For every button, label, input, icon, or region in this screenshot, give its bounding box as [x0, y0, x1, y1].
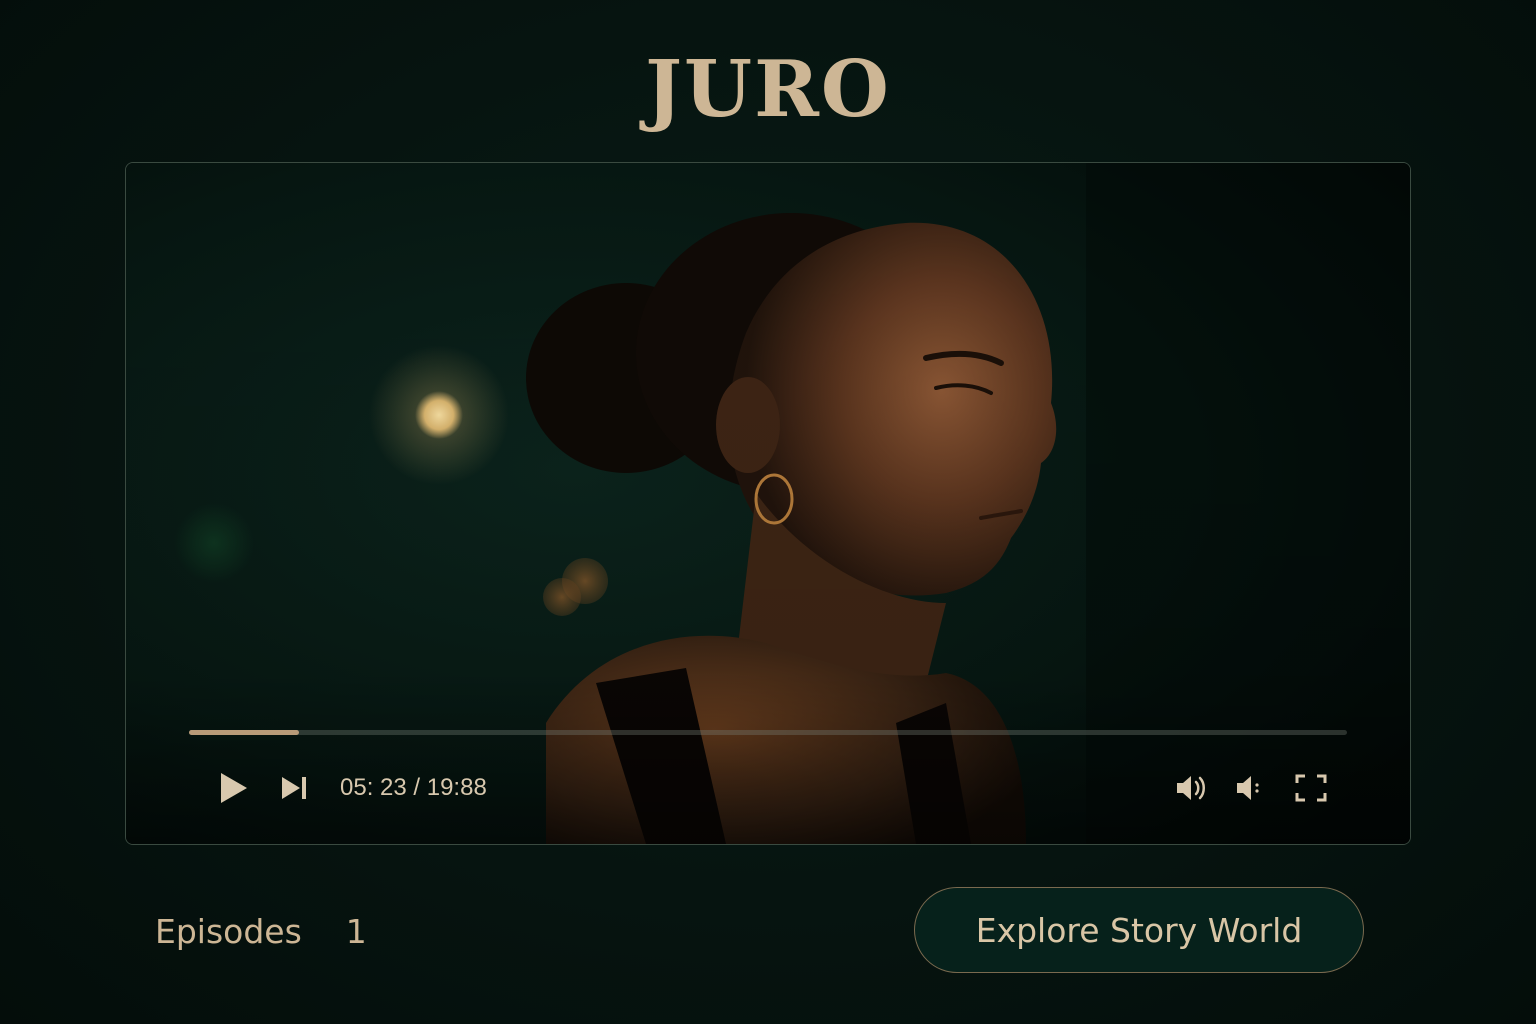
time-display: 05: 23 / 19:88	[340, 774, 487, 801]
episodes-info[interactable]: Episodes 1	[155, 908, 367, 956]
play-icon	[221, 773, 247, 803]
volume-button[interactable]	[1171, 768, 1211, 808]
skip-next-icon	[282, 777, 306, 799]
volume-low-button[interactable]	[1229, 768, 1269, 808]
explore-story-world-button[interactable]: Explore Story World	[914, 887, 1364, 973]
episodes-count: 1	[345, 912, 367, 951]
volume-low-icon	[1237, 776, 1259, 800]
app-title: JURO	[645, 44, 891, 135]
page: JURO 05: 23 / 19:88 Episodes 1 Explore S…	[0, 0, 1536, 1024]
progress-fill	[189, 730, 299, 735]
episodes-label: Episodes	[155, 912, 302, 951]
volume-icon	[1177, 776, 1205, 800]
fullscreen-icon	[1295, 774, 1327, 802]
fullscreen-button[interactable]	[1291, 768, 1331, 808]
play-button[interactable]	[214, 768, 254, 808]
video-player[interactable]: 05: 23 / 19:88	[125, 162, 1411, 845]
video-frame[interactable]	[126, 163, 1410, 844]
progress-bar[interactable]	[189, 730, 1347, 735]
skip-next-button[interactable]	[276, 768, 312, 808]
